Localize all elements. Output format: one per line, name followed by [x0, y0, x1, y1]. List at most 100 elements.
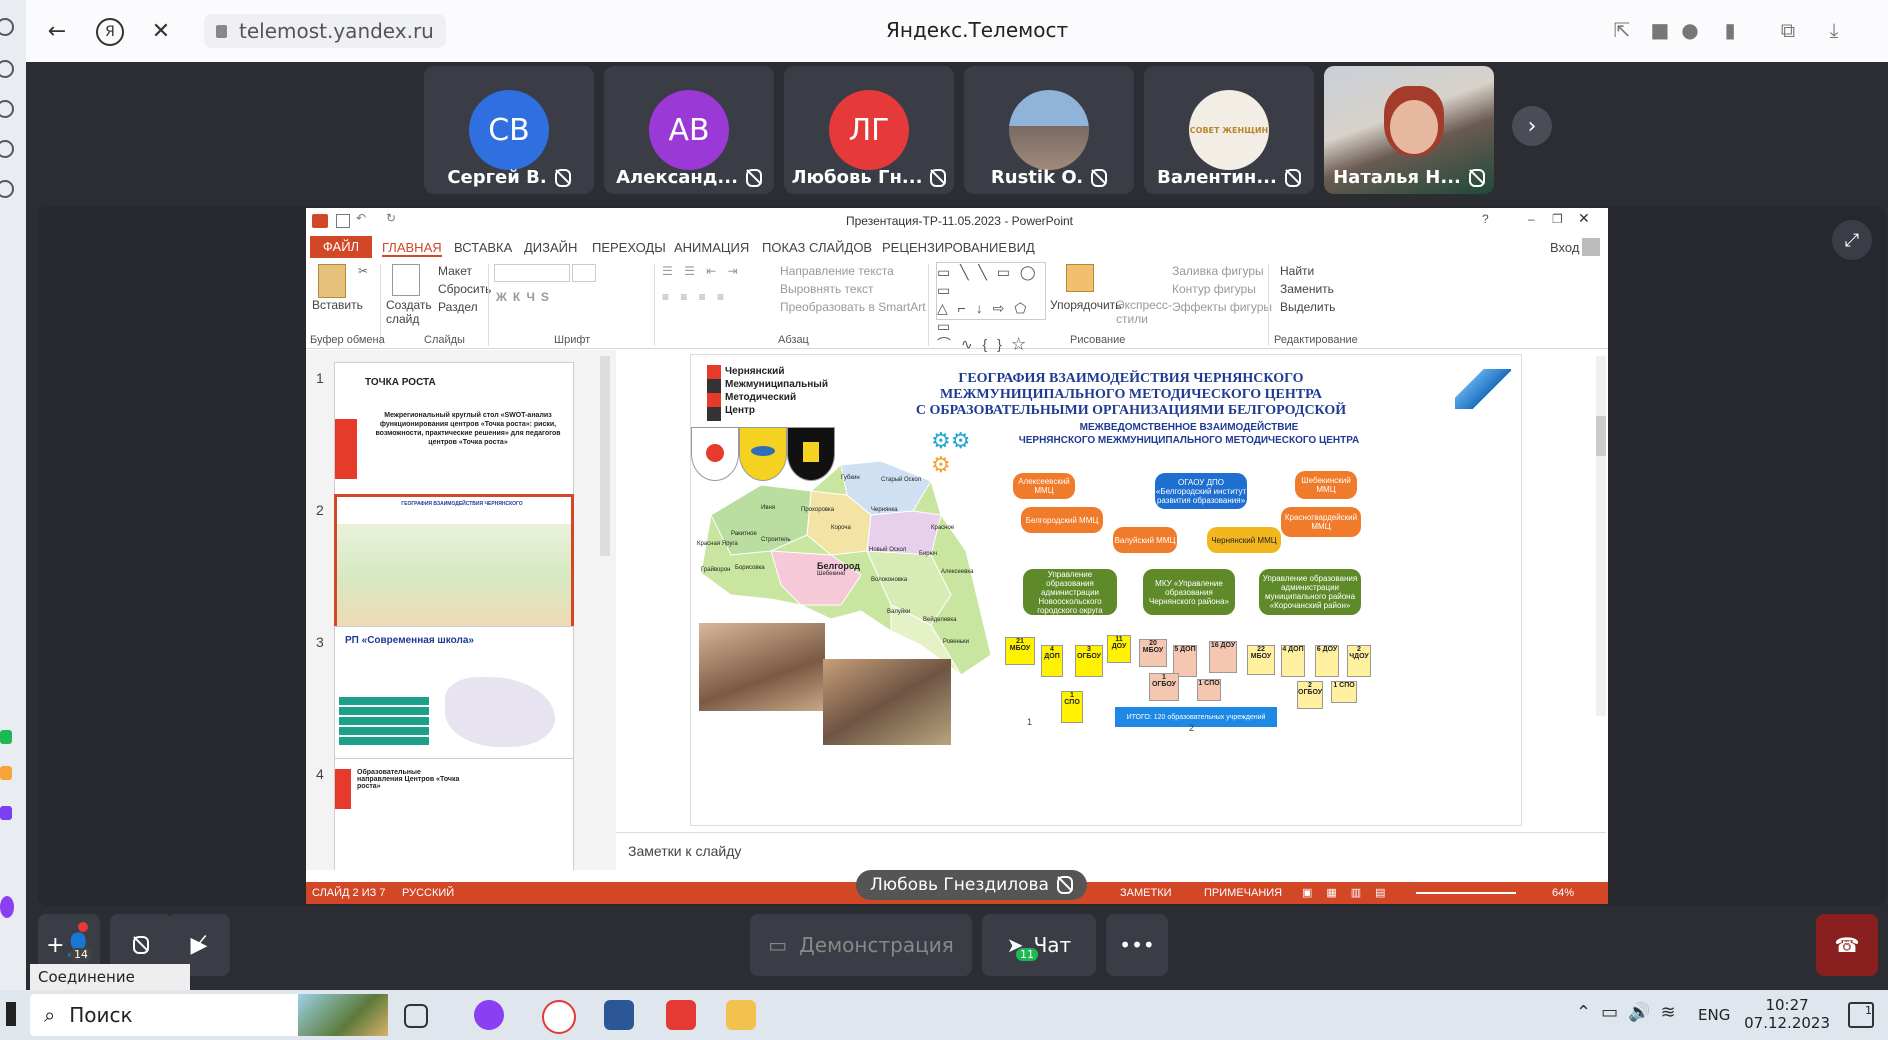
tray-icons[interactable]: ⌃▭🔊≋ [1576, 1002, 1686, 1023]
section-button[interactable]: Раздел [438, 300, 478, 314]
arrange-button[interactable]: Упорядочить [1050, 298, 1121, 312]
participant-tile-video[interactable]: Наталья Н... [1324, 66, 1494, 194]
thumbs-scrollbar[interactable] [600, 356, 610, 556]
font-name-input[interactable] [494, 264, 570, 282]
word-icon[interactable] [604, 1000, 634, 1030]
more-button[interactable]: ••• [1106, 914, 1168, 976]
tab-home[interactable]: ГЛАВНАЯ [382, 240, 442, 257]
tab-view[interactable]: ВИД [1008, 240, 1035, 255]
demo-button[interactable]: ▭ Демонстрация [750, 914, 972, 976]
language-indicator[interactable]: ENG [1698, 1006, 1730, 1024]
yandex-app-icon[interactable] [666, 1000, 696, 1030]
sidebar-icon[interactable] [0, 180, 14, 198]
language-status[interactable]: РУССКИЙ [402, 887, 454, 899]
shape-effects-button[interactable]: Эффекты фигуры [1172, 300, 1272, 314]
minimize-icon[interactable]: – [1528, 212, 1535, 226]
hangup-button[interactable]: ☎ [1816, 914, 1878, 976]
slide-thumbnail-selected[interactable]: ГЕОГРАФИЯ ВЗАИМОДЕЙСТВИЯ ЧЕРНЯНСКОГО [334, 494, 574, 636]
tab-design[interactable]: ДИЗАЙН [524, 240, 577, 255]
scroll-thumb[interactable] [1596, 416, 1606, 456]
camera-icon[interactable]: ■ [1650, 20, 1670, 40]
tab-file[interactable]: ФАЙЛ [310, 236, 372, 258]
participant-tile[interactable]: Rustik O. [964, 66, 1134, 194]
sidebar-icon[interactable] [0, 100, 14, 118]
view-buttons[interactable]: ▣▦▥▤ [1302, 886, 1400, 899]
ppt-close-icon[interactable]: ✕ [1578, 210, 1590, 227]
app-icon[interactable] [0, 730, 12, 744]
alice-icon[interactable] [0, 896, 14, 918]
participant-tile[interactable]: ЛГ Любовь Гн... [784, 66, 954, 194]
font-size-input[interactable] [572, 264, 596, 282]
participant-tile[interactable]: СВ Сергей В. [424, 66, 594, 194]
new-slide-icon[interactable] [392, 264, 420, 296]
share-icon[interactable]: ⇱ [1612, 20, 1632, 40]
reset-button[interactable]: Сбросить [438, 282, 491, 296]
shapes-gallery[interactable]: ▭ ╲ ╲ ▭ ◯ ▭△ ⌐ ↓ ⇨ ⬠ ▭⌒ ∿ { } ☆ ▾ [936, 262, 1046, 370]
sidebar-icon[interactable] [0, 140, 14, 158]
participant-tile[interactable]: СОВЕТ ЖЕНЩИН Валентин... [1144, 66, 1314, 194]
tab-slideshow[interactable]: ПОКАЗ СЛАЙДОВ [762, 240, 872, 255]
explorer-icon[interactable] [726, 1000, 756, 1030]
redo-icon[interactable]: ↻ [386, 211, 396, 225]
tab-insert[interactable]: ВСТАВКА [454, 240, 512, 255]
start-icon[interactable] [6, 1002, 16, 1026]
zoom-level[interactable]: 64% [1552, 887, 1574, 899]
paste-icon[interactable] [318, 264, 346, 298]
comments-button[interactable]: ПРИМЕЧАНИЯ [1204, 887, 1282, 899]
next-participants-button[interactable]: › [1512, 106, 1552, 146]
fullscreen-button[interactable]: ⤢ [1832, 220, 1872, 260]
shape-fill-button[interactable]: Заливка фигуры [1172, 264, 1264, 278]
layout-button[interactable]: Макет [438, 264, 472, 278]
notes-area[interactable]: Заметки к слайду [616, 832, 1606, 869]
app-icon[interactable] [0, 806, 12, 820]
font-format-buttons[interactable]: ЖКЧS [496, 290, 555, 304]
align-buttons[interactable]: ≡ ≡ ≡ ≡ [662, 290, 728, 304]
undo-icon[interactable]: ↶ [356, 211, 366, 225]
chat-button[interactable]: ➤ Чат 11 [982, 914, 1096, 976]
login-link[interactable]: Вход [1550, 240, 1579, 255]
yandex-browser-icon[interactable] [542, 1000, 576, 1034]
notes-button[interactable]: ЗАМЕТКИ [1120, 887, 1172, 899]
participant-tile[interactable]: АВ Александ... [604, 66, 774, 194]
slide-scrollbar[interactable] [1596, 356, 1606, 716]
close-icon[interactable]: ✕ [144, 14, 178, 48]
paste-button[interactable]: Вставить [312, 298, 363, 312]
yandex-icon[interactable]: Я [96, 18, 124, 46]
alice-taskbar-icon[interactable] [474, 1000, 504, 1030]
task-view-icon[interactable] [404, 1004, 428, 1028]
list-buttons[interactable]: ☰ ☰ ⇤ ⇥ [662, 264, 742, 278]
sidebar-icon[interactable] [0, 18, 14, 36]
clock[interactable]: 10:27 07.12.2023 [1744, 996, 1830, 1032]
user-icon[interactable] [1582, 238, 1600, 256]
tab-transitions[interactable]: ПЕРЕХОДЫ [592, 240, 666, 255]
find-button[interactable]: Найти [1280, 264, 1314, 278]
sidebar-icon[interactable] [0, 60, 14, 78]
shape-outline-button[interactable]: Контур фигуры [1172, 282, 1256, 296]
bookmark-icon[interactable]: ▮ [1720, 20, 1740, 40]
tabs-icon[interactable]: ⧉ [1778, 20, 1798, 40]
select-button[interactable]: Выделить [1280, 300, 1335, 314]
mic-icon[interactable]: ● [1680, 20, 1700, 40]
create-slide-button[interactable]: Создать слайд [386, 298, 432, 326]
help-icon[interactable]: ? [1482, 212, 1489, 226]
tab-animation[interactable]: АНИМАЦИЯ [674, 240, 749, 255]
taskbar-search[interactable]: ⌕ Поиск [30, 994, 388, 1036]
app-icon[interactable] [0, 766, 12, 780]
cut-icon[interactable]: ✂ [358, 264, 368, 278]
quick-styles-button[interactable]: Экспресс-стили [1116, 298, 1172, 326]
download-icon[interactable]: ⤓ [1824, 20, 1844, 40]
tab-review[interactable]: РЕЦЕНЗИРОВАНИЕ [882, 240, 1007, 255]
arrange-icon[interactable] [1066, 264, 1094, 292]
replace-button[interactable]: Заменить [1280, 282, 1334, 296]
text-direction-button[interactable]: Направление текста [780, 264, 894, 278]
slide-thumbnail[interactable]: РП «Современная школа» [334, 626, 574, 764]
maximize-icon[interactable]: ❐ [1552, 212, 1563, 226]
zoom-slider[interactable] [1416, 892, 1516, 894]
save-icon[interactable] [336, 214, 350, 228]
slide-thumbnail[interactable]: Образовательные направления Центров «Точ… [334, 758, 574, 870]
smartart-button[interactable]: Преобразовать в SmartArt [780, 300, 926, 314]
address-bar[interactable]: telemost.yandex.ru [204, 14, 446, 48]
slide-thumbnail[interactable]: ТОЧКА РОСТА Межрегиональный круглый стол… [334, 362, 574, 500]
back-icon[interactable]: ← [40, 14, 74, 48]
align-text-button[interactable]: Выровнять текст [780, 282, 873, 296]
